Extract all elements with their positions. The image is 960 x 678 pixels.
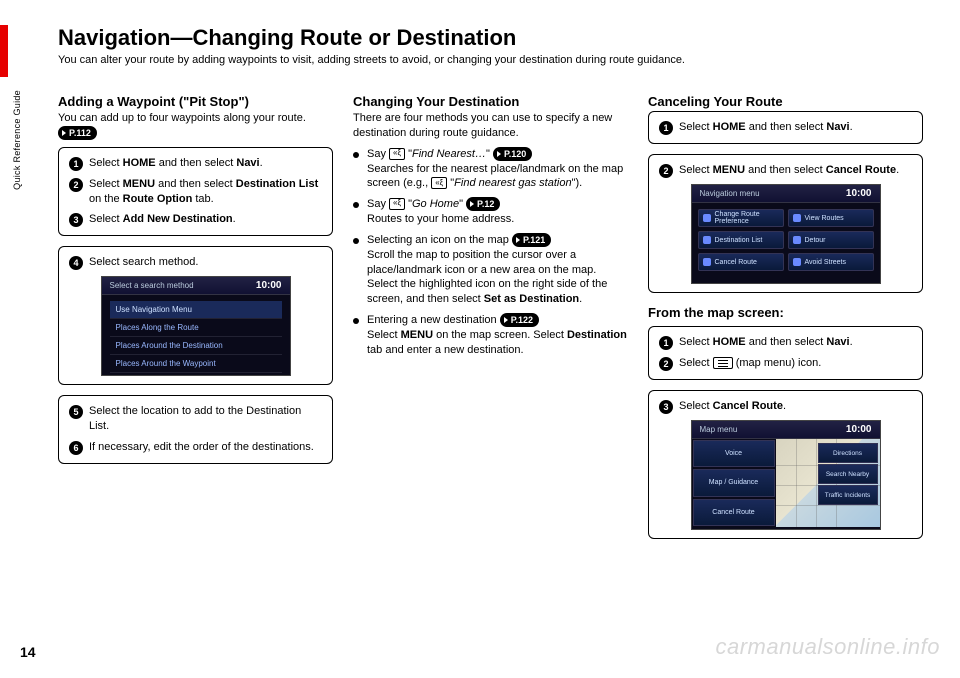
step-num-5: 5 [69,405,83,419]
ref-p122: P.122 [500,313,539,327]
shot1-title: Select a search method [110,281,194,290]
step-3: 3 Select Add New Destination. [69,212,322,227]
shot1-item-1: Places Along the Route [110,319,282,337]
map-step-2: 2 Select (map menu) icon. [659,356,912,371]
bullet-icon [353,238,359,244]
waypoint-box-1: 1 Select HOME and then select Navi. 2 Se… [58,147,333,237]
bullet-go-home: Say «ξ "Go Home" P.12 Routes to your hom… [353,197,628,227]
cancel-box-1: 1 Select HOME and then select Navi. [648,111,923,144]
shot3-r1: Search Nearby [818,464,878,484]
step-num-6: 6 [69,441,83,455]
shot3-l0: Voice [693,440,775,467]
voice-icon: «ξ [389,198,405,210]
step-num-2: 2 [69,178,83,192]
shot2-title: Navigation menu [700,189,760,198]
shot1-time: 10:00 [256,280,282,291]
col-waypoint: Adding a Waypoint ("Pit Stop") You can a… [58,94,333,549]
page-subtitle: You can alter your route by adding waypo… [58,54,938,66]
shot3-time: 10:00 [846,424,872,435]
step-num-1: 1 [69,157,83,171]
cancel-step-2: 2 Select MENU and then select Cancel Rou… [659,163,912,178]
page-content: Navigation—Changing Route or Destination… [58,25,938,549]
page-title: Navigation—Changing Route or Destination [58,25,938,51]
side-label: Quick Reference Guide [12,90,22,190]
step-1: 1 Select HOME and then select Navi. [69,156,322,171]
map-step-1: 1 Select HOME and then select Navi. [659,335,912,350]
page-number: 14 [20,644,36,660]
shot3-r0: Directions [818,443,878,463]
bullet-enter-dest: Entering a new destination P.122 Select … [353,313,628,358]
shot3-title: Map menu [700,425,738,434]
step-4: 4 Select search method. [69,255,322,270]
step-num: 1 [659,121,673,135]
voice-icon: «ξ [389,148,405,160]
cancel-box-3: 1 Select HOME and then select Navi. 2 Se… [648,326,923,380]
bullet-icon [353,152,359,158]
shot2-btn-2: Destination List [698,231,784,249]
bullet-icon [353,318,359,324]
step-num: 3 [659,400,673,414]
shot2-btn-3: Detour [788,231,874,249]
waypoint-box-2: 4 Select search method. Select a search … [58,246,333,385]
waypoint-intro: You can add up to four waypoints along y… [58,111,333,141]
screenshot-nav-menu: Navigation menu 10:00 Change Route Prefe… [691,184,881,284]
waypoint-heading: Adding a Waypoint ("Pit Stop") [58,94,333,109]
ref-p112: P.112 [58,126,97,140]
col-cancel: Canceling Your Route 1 Select HOME and t… [648,94,923,549]
shot1-item-2: Places Around the Destination [110,337,282,355]
step-5: 5 Select the location to add to the Dest… [69,404,322,434]
watermark: carmanualsonline.info [715,634,940,660]
step-2: 2 Select MENU and then select Destinatio… [69,177,322,207]
voice-icon: «ξ [431,177,447,189]
shot1-item-0: Use Navigation Menu [110,301,282,319]
shot2-btn-5: Avoid Streets [788,253,874,271]
shot2-btn-0: Change Route Preference [698,209,784,227]
shot2-time: 10:00 [846,188,872,199]
screenshot-map-menu: Map menu 10:00 Voice Map / Guidance Canc… [691,420,881,530]
bullet-find-nearest: Say «ξ "Find Nearest…" P.120 Searches fo… [353,147,628,192]
menu-icon [713,357,733,369]
shot3-r2: Traffic Incidents [818,485,878,505]
cancel-heading: Canceling Your Route [648,94,923,109]
bullet-icon [353,202,359,208]
shot3-l1: Map / Guidance [693,469,775,496]
screenshot-search-method: Select a search method 10:00 Use Navigat… [101,276,291,376]
ref-p12: P.12 [466,197,500,211]
step-num-3: 3 [69,213,83,227]
shot1-item-3: Places Around the Waypoint [110,355,282,373]
shot2-btn-1: View Routes [788,209,874,227]
map-step-3: 3 Select Cancel Route. [659,399,912,414]
cancel-step-1: 1 Select HOME and then select Navi. [659,120,912,135]
cancel-box-2: 2 Select MENU and then select Cancel Rou… [648,154,923,293]
step-num: 2 [659,357,673,371]
waypoint-box-3: 5 Select the location to add to the Dest… [58,395,333,464]
step-num-4: 4 [69,256,83,270]
step-num: 2 [659,164,673,178]
shot2-btn-4: Cancel Route [698,253,784,271]
changing-heading: Changing Your Destination [353,94,628,109]
cancel-box-4: 3 Select Cancel Route. Map menu 10:00 Vo… [648,390,923,539]
changing-intro: There are four methods you can use to sp… [353,111,628,141]
from-map-heading: From the map screen: [648,305,923,320]
shot3-l2: Cancel Route [693,499,775,526]
ref-p120: P.120 [493,147,532,161]
ref-p121: P.121 [512,233,551,247]
step-6: 6 If necessary, edit the order of the de… [69,440,322,455]
step-num: 1 [659,336,673,350]
waypoint-intro-text: You can add up to four waypoints along y… [58,112,306,124]
col-changing: Changing Your Destination There are four… [353,94,628,549]
bullet-select-icon: Selecting an icon on the map P.121 Scrol… [353,233,628,307]
side-tab [0,25,8,77]
